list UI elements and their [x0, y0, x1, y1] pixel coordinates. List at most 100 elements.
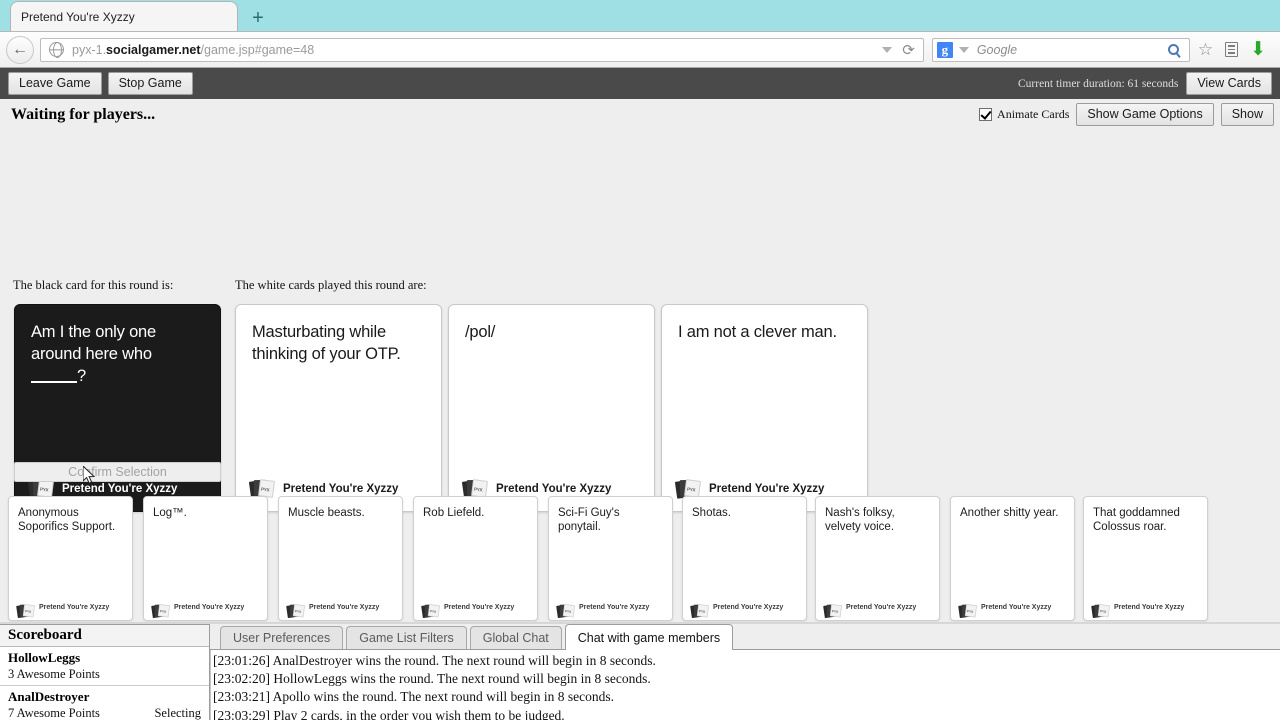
- url-text: pyx-1.socialgamer.net/game.jsp#game=48: [72, 42, 315, 57]
- player-name: AnalDestroyer: [8, 689, 90, 704]
- chat-message: [23:03:29] Play 2 cards, in the order yo…: [213, 707, 565, 720]
- search-engine-chevron-icon[interactable]: [958, 46, 969, 53]
- played-card-text: Masturbating while thinking of your OTP.: [252, 323, 401, 363]
- player-name: HollowLeggs: [8, 650, 81, 665]
- confirm-selection-button[interactable]: Confirm Selection: [14, 462, 221, 482]
- tab-game-list-filters[interactable]: Game List Filters: [346, 626, 467, 649]
- animate-cards-checkbox[interactable]: Animate Cards: [979, 107, 1069, 122]
- hand-card-text: Sci-Fi Guy's ponytail.: [558, 507, 620, 533]
- chat-tabs: User Preferences Game List Filters Globa…: [210, 624, 1280, 650]
- hand-card-text: Anonymous Soporifics Support.: [18, 507, 116, 533]
- hand-card-text: Muscle beasts.: [288, 507, 365, 519]
- search-bar[interactable]: g Google: [931, 37, 1190, 62]
- chevron-down-icon[interactable]: [882, 46, 893, 53]
- xyzzy-logo-icon: PYX: [151, 604, 170, 619]
- hand-card-text: Shotas.: [692, 507, 731, 519]
- card-brand-label: Pretend You're Xyzzy: [62, 483, 178, 495]
- checkbox-checked-icon[interactable]: [979, 108, 993, 121]
- round-area: The black card for this round is: The wh…: [0, 130, 1280, 512]
- scoreboard-row: HollowLeggs 3 Awesome Points: [0, 647, 209, 686]
- hand-card[interactable]: Shotas. PYX Pretend You're Xyzzy: [682, 496, 807, 621]
- back-icon[interactable]: ←: [6, 35, 34, 64]
- card-brand-label: Pretend You're Xyzzy: [1114, 603, 1185, 611]
- hand-card[interactable]: Muscle beasts. PYX Pretend You're Xyzzy: [278, 496, 403, 621]
- xyzzy-logo-icon: PYX: [1091, 604, 1110, 619]
- hand-card[interactable]: That goddamned Colossus roar. PYX Preten…: [1083, 496, 1208, 621]
- played-white-card[interactable]: Masturbating while thinking of your OTP.…: [235, 304, 442, 512]
- played-white-card[interactable]: /pol/ PYX Pretend You're Xyzzy: [448, 304, 655, 512]
- xyzzy-logo-icon: PYX: [556, 604, 575, 619]
- player-hand: Anonymous Soporifics Support. PYX Preten…: [0, 496, 1280, 623]
- hand-card[interactable]: Log™. PYX Pretend You're Xyzzy: [143, 496, 268, 621]
- tab-user-preferences[interactable]: User Preferences: [220, 626, 344, 649]
- browser-tabstrip: Pretend You're Xyzzy +: [0, 0, 1280, 32]
- search-icon[interactable]: [1167, 44, 1179, 55]
- tab-chat-with-game-members[interactable]: Chat with game members: [564, 624, 734, 650]
- reload-icon[interactable]: ⟳: [902, 41, 915, 59]
- status-bar: Waiting for players... Animate Cards Sho…: [0, 99, 1280, 130]
- hand-card-text: Rob Liefeld.: [423, 507, 485, 519]
- browser-tab-title: Pretend You're Xyzzy: [21, 9, 135, 24]
- show-game-options-button[interactable]: Show Game Options: [1076, 103, 1214, 126]
- browser-navbar: ← pyx-1.socialgamer.net/game.jsp#game=48…: [0, 32, 1280, 68]
- black-card-label: The black card for this round is:: [13, 278, 174, 292]
- hand-card[interactable]: Another shitty year. PYX Pretend You're …: [950, 496, 1075, 621]
- player-status: Selecting: [154, 706, 201, 720]
- hand-card[interactable]: Sci-Fi Guy's ponytail. PYX Pretend You'r…: [548, 496, 673, 621]
- hand-card[interactable]: Rob Liefeld. PYX Pretend You're Xyzzy: [413, 496, 538, 621]
- card-footer: PYX Pretend You're Xyzzy: [421, 600, 515, 619]
- card-footer: PYX Pretend You're Xyzzy: [958, 600, 1051, 619]
- card-footer: PYX Pretend You're Xyzzy: [151, 600, 244, 619]
- page-title: Waiting for players...: [11, 105, 156, 123]
- card-footer: PYX Pretend You're Xyzzy: [690, 600, 783, 619]
- played-card-text: /pol/: [465, 323, 496, 341]
- hand-card[interactable]: Nash's folksy, velvety voice. PYX Preten…: [815, 496, 940, 621]
- xyzzy-logo-icon: PYX: [421, 604, 440, 619]
- chat-log[interactable]: [23:01:26] AnalDestroyer wins the round.…: [210, 650, 1280, 720]
- chat-message: [23:02:20] HollowLeggs wins the round. T…: [213, 671, 651, 687]
- xyzzy-logo-icon: PYX: [823, 604, 842, 619]
- card-brand-label: Pretend You're Xyzzy: [283, 483, 399, 495]
- card-brand-label: Pretend You're Xyzzy: [309, 603, 380, 611]
- download-icon[interactable]: ⬇: [1250, 40, 1266, 59]
- hand-card-text: Log™.: [153, 507, 187, 519]
- hand-card[interactable]: Anonymous Soporifics Support. PYX Preten…: [8, 496, 133, 621]
- reading-list-icon[interactable]: [1225, 42, 1239, 57]
- card-brand-label: Pretend You're Xyzzy: [444, 603, 515, 611]
- search-input[interactable]: Google: [977, 43, 1168, 57]
- scoreboard-row: AnalDestroyer 7 Awesome Points Selecting: [0, 686, 209, 720]
- card-brand-label: Pretend You're Xyzzy: [846, 603, 917, 611]
- scoreboard-title: Scoreboard: [0, 625, 209, 647]
- fill-in-blank: [31, 381, 77, 383]
- white-cards-label: The white cards played this round are:: [235, 278, 427, 292]
- show-partial-button[interactable]: Show: [1220, 103, 1274, 126]
- google-icon: g: [936, 41, 953, 58]
- chat-message: [23:03:21] Apollo wins the round. The ne…: [213, 689, 614, 705]
- xyzzy-logo-icon: PYX: [690, 604, 709, 619]
- stop-game-button[interactable]: Stop Game: [107, 72, 193, 95]
- tab-global-chat[interactable]: Global Chat: [469, 626, 562, 649]
- scoreboard-panel: Scoreboard HollowLeggs 3 Awesome Points …: [0, 624, 210, 720]
- leave-game-button[interactable]: Leave Game: [8, 72, 102, 95]
- url-bar-actions: ⟳: [882, 41, 919, 59]
- xyzzy-logo-icon: PYX: [286, 604, 305, 619]
- bottom-pane: Scoreboard HollowLeggs 3 Awesome Points …: [0, 624, 1280, 720]
- black-card-text: Am I the only one around here who ?: [31, 323, 157, 385]
- player-score: 3 Awesome Points: [8, 667, 100, 681]
- browser-action-icons: ☆ ⬇: [1190, 40, 1274, 59]
- hand-card-text: Nash's folksy, velvety voice.: [825, 507, 895, 533]
- bookmark-star-icon[interactable]: ☆: [1198, 41, 1213, 58]
- hand-card-text: Another shitty year.: [960, 507, 1059, 519]
- url-bar[interactable]: pyx-1.socialgamer.net/game.jsp#game=48 ⟳: [40, 37, 924, 62]
- view-cards-button[interactable]: View Cards: [1186, 72, 1272, 95]
- card-footer: PYX Pretend You're Xyzzy: [286, 600, 380, 619]
- xyzzy-logo-icon: PYX: [958, 604, 977, 619]
- played-white-card[interactable]: I am not a clever man. PYX Pretend You'r…: [661, 304, 868, 512]
- timer-duration-label: Current timer duration: 61 seconds: [1017, 77, 1179, 90]
- new-tab-icon[interactable]: +: [244, 5, 272, 31]
- globe-icon: [49, 41, 64, 58]
- browser-tab[interactable]: Pretend You're Xyzzy: [10, 1, 238, 31]
- card-brand-label: Pretend You're Xyzzy: [496, 483, 612, 495]
- status-bar-actions: Animate Cards Show Game Options Show: [979, 103, 1274, 126]
- chat-panel: User Preferences Game List Filters Globa…: [210, 624, 1280, 720]
